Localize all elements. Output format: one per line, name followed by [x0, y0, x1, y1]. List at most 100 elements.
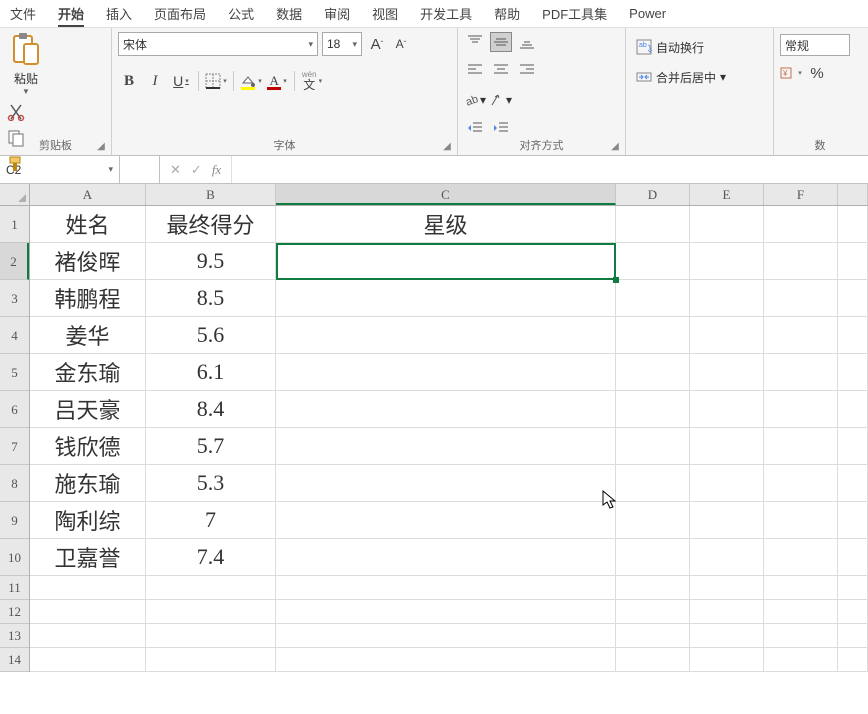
percent-button[interactable]: % — [806, 62, 828, 84]
cell[interactable] — [616, 502, 690, 539]
cell[interactable] — [276, 624, 616, 648]
cell[interactable] — [764, 624, 838, 648]
cell[interactable] — [838, 600, 868, 624]
cell[interactable] — [838, 428, 868, 465]
menu-tab-pdf[interactable]: PDF工具集 — [540, 0, 609, 27]
font-color-button[interactable]: A▾ — [266, 70, 288, 92]
cell[interactable] — [616, 428, 690, 465]
cell[interactable] — [616, 280, 690, 317]
cell[interactable] — [764, 600, 838, 624]
cell-C1[interactable]: 星级 — [276, 206, 616, 243]
cell[interactable] — [276, 600, 616, 624]
align-bottom-button[interactable] — [516, 32, 538, 52]
cell[interactable] — [764, 465, 838, 502]
cell[interactable] — [838, 317, 868, 354]
row-header-10[interactable]: 10 — [0, 539, 29, 576]
row-header-1[interactable]: 1 — [0, 206, 29, 243]
cell[interactable] — [764, 648, 838, 672]
cell[interactable] — [838, 539, 868, 576]
cell[interactable] — [30, 576, 146, 600]
cell-B1[interactable]: 最终得分 — [146, 206, 276, 243]
orientation-button[interactable]: ab▾ — [464, 90, 486, 110]
font-size-dropdown[interactable]: 18 ▾ — [322, 32, 362, 56]
cell[interactable] — [764, 243, 838, 280]
cell[interactable] — [690, 600, 764, 624]
cell[interactable] — [616, 576, 690, 600]
cell[interactable] — [276, 428, 616, 465]
row-header-12[interactable]: 12 — [0, 600, 29, 624]
row-header-14[interactable]: 14 — [0, 648, 29, 672]
cell[interactable] — [690, 624, 764, 648]
menu-tab-data[interactable]: 数据 — [274, 0, 304, 27]
orientation-diag-button[interactable]: ▾ — [490, 90, 512, 110]
cell[interactable] — [276, 465, 616, 502]
cell[interactable] — [690, 502, 764, 539]
cell[interactable]: 7.4 — [146, 539, 276, 576]
cancel-formula-button[interactable]: ✕ — [170, 162, 181, 178]
align-left-button[interactable] — [464, 60, 486, 80]
cell[interactable] — [838, 576, 868, 600]
cell[interactable] — [276, 317, 616, 354]
cell[interactable] — [30, 624, 146, 648]
cell[interactable] — [764, 539, 838, 576]
dialog-launcher-icon[interactable]: ◢ — [95, 140, 107, 152]
align-center-button[interactable] — [490, 60, 512, 80]
underline-button[interactable]: U▾ — [170, 70, 192, 92]
borders-button[interactable]: ▾ — [205, 70, 227, 92]
row-header-6[interactable]: 6 — [0, 391, 29, 428]
row-header-5[interactable]: 5 — [0, 354, 29, 391]
select-all-corner[interactable] — [0, 184, 30, 205]
row-header-2[interactable]: 2 — [0, 243, 29, 280]
cell[interactable] — [838, 624, 868, 648]
cell[interactable] — [690, 243, 764, 280]
cell[interactable] — [838, 502, 868, 539]
cell[interactable] — [764, 317, 838, 354]
cell[interactable] — [764, 391, 838, 428]
cell[interactable] — [146, 576, 276, 600]
cell[interactable] — [690, 428, 764, 465]
cell[interactable] — [276, 280, 616, 317]
cell[interactable]: 9.5 — [146, 243, 276, 280]
cell[interactable]: 钱欣德 — [30, 428, 146, 465]
cell-A1[interactable]: 姓名 — [30, 206, 146, 243]
cell[interactable] — [690, 539, 764, 576]
cell[interactable] — [146, 624, 276, 648]
cell[interactable] — [838, 243, 868, 280]
column-header-F[interactable]: F — [764, 184, 838, 205]
dialog-launcher-icon[interactable]: ◢ — [441, 140, 453, 152]
cell[interactable] — [838, 280, 868, 317]
cells-area[interactable]: 姓名 最终得分 星级 褚俊晖 9.5 韩鹏程 8.5 姜华 — [30, 206, 868, 672]
cell[interactable] — [616, 600, 690, 624]
bold-button[interactable]: B — [118, 70, 140, 92]
cell[interactable] — [838, 354, 868, 391]
insert-function-button[interactable]: fx — [212, 162, 221, 178]
phonetic-guide-button[interactable]: wén文▾ — [301, 70, 323, 92]
menu-tab-view[interactable]: 视图 — [370, 0, 400, 27]
increase-font-button[interactable]: Aˆ — [366, 33, 388, 55]
cell[interactable] — [690, 465, 764, 502]
menu-tab-power[interactable]: Power — [627, 2, 668, 25]
cell[interactable] — [690, 280, 764, 317]
menu-tab-layout[interactable]: 页面布局 — [152, 0, 208, 27]
increase-indent-button[interactable] — [490, 118, 512, 138]
fill-color-button[interactable]: ▾ — [240, 70, 262, 92]
row-header-11[interactable]: 11 — [0, 576, 29, 600]
decrease-indent-button[interactable] — [464, 118, 486, 138]
cell[interactable]: 6.1 — [146, 354, 276, 391]
cell[interactable]: 5.7 — [146, 428, 276, 465]
cell[interactable]: 施东瑜 — [30, 465, 146, 502]
cell[interactable] — [276, 648, 616, 672]
cell[interactable]: 褚俊晖 — [30, 243, 146, 280]
cell[interactable] — [690, 648, 764, 672]
cell[interactable] — [616, 391, 690, 428]
align-top-button[interactable] — [464, 32, 486, 52]
wrap-text-button[interactable]: ab 自动换行 — [632, 36, 767, 58]
align-middle-button[interactable] — [490, 32, 512, 52]
menu-tab-developer[interactable]: 开发工具 — [418, 0, 474, 27]
cell[interactable] — [276, 576, 616, 600]
cell[interactable] — [616, 648, 690, 672]
cell[interactable]: 8.5 — [146, 280, 276, 317]
cell[interactable]: 8.4 — [146, 391, 276, 428]
cell[interactable] — [690, 317, 764, 354]
cell[interactable] — [276, 354, 616, 391]
